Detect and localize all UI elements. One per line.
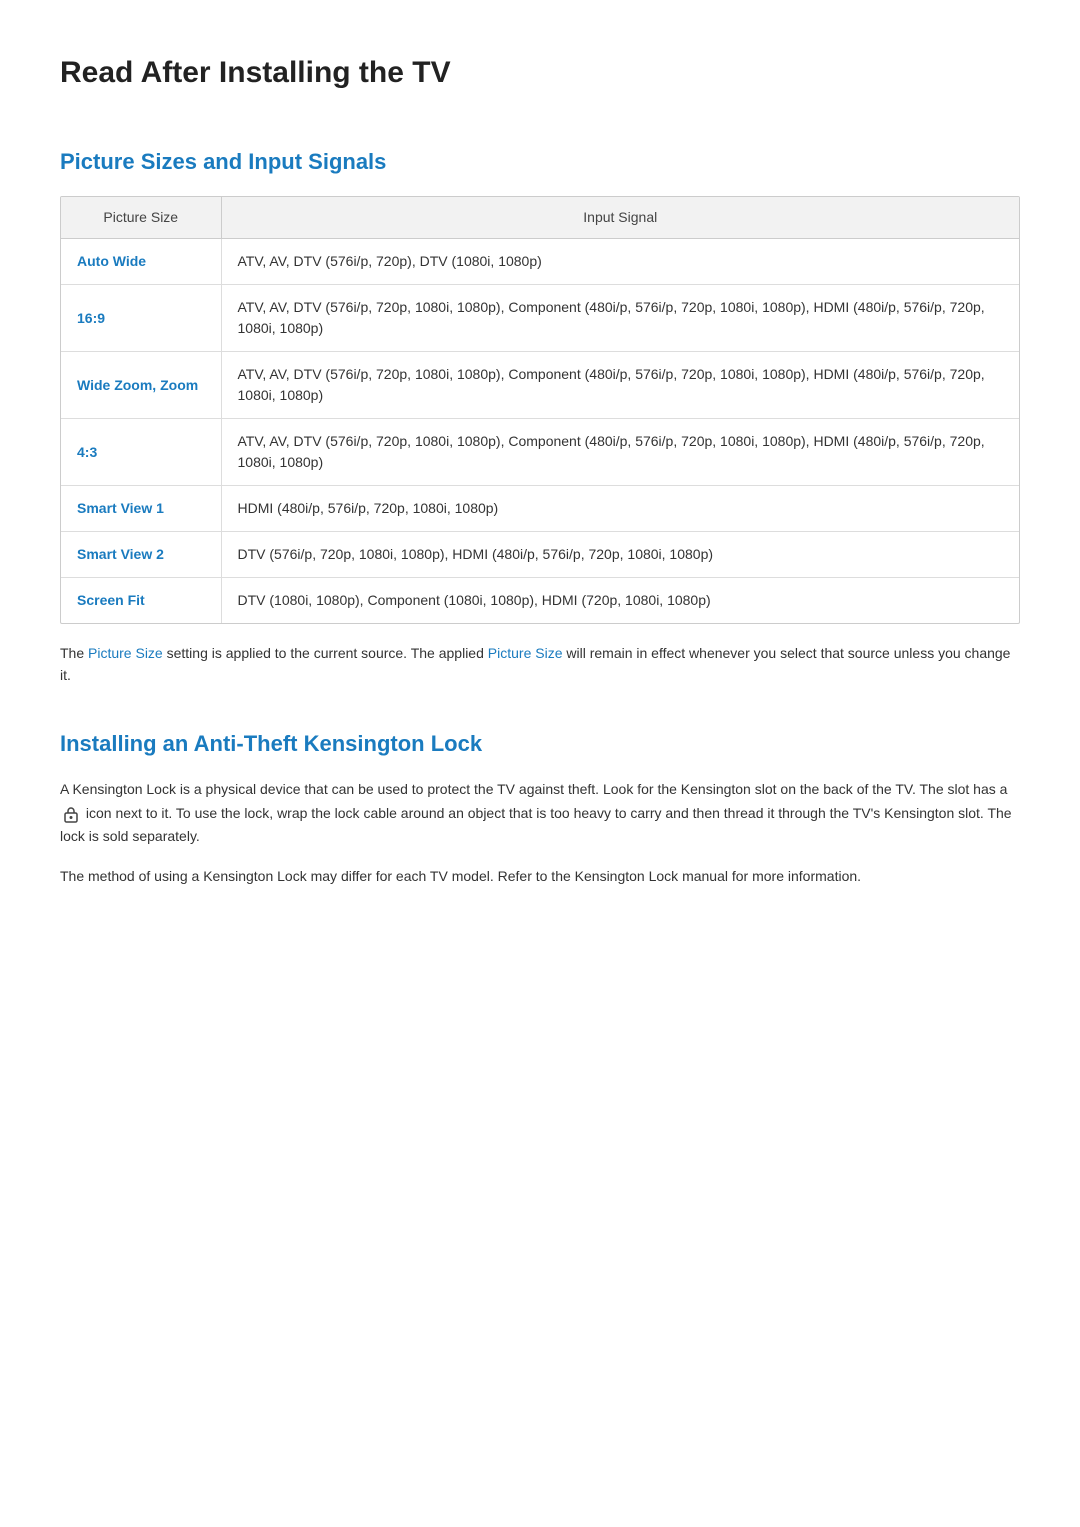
section2-para1: A Kensington Lock is a physical device t…	[60, 778, 1020, 849]
input-signal-cell: ATV, AV, DTV (576i/p, 720p, 1080i, 1080p…	[221, 352, 1019, 419]
col-picture-size-header: Picture Size	[61, 197, 221, 239]
picture-size-cell: Auto Wide	[61, 239, 221, 285]
lock-icon	[62, 805, 80, 823]
table-row: Smart View 1HDMI (480i/p, 576i/p, 720p, …	[61, 486, 1019, 532]
note-link2: Picture Size	[488, 645, 563, 661]
picture-size-table: Picture Size Input Signal Auto WideATV, …	[60, 196, 1020, 624]
table-row: Wide Zoom, ZoomATV, AV, DTV (576i/p, 720…	[61, 352, 1019, 419]
page-title: Read After Installing the TV	[60, 50, 1020, 105]
picture-size-cell: Smart View 1	[61, 486, 221, 532]
note-text-before1: The	[60, 645, 88, 661]
section2-title: Installing an Anti-Theft Kensington Lock	[60, 727, 1020, 760]
input-signal-cell: ATV, AV, DTV (576i/p, 720p, 1080i, 1080p…	[221, 285, 1019, 352]
note-text-between: setting is applied to the current source…	[163, 645, 488, 661]
col-input-signal-header: Input Signal	[221, 197, 1019, 239]
section1-title: Picture Sizes and Input Signals	[60, 145, 1020, 178]
input-signal-cell: ATV, AV, DTV (576i/p, 720p, 1080i, 1080p…	[221, 419, 1019, 486]
picture-size-cell: Wide Zoom, Zoom	[61, 352, 221, 419]
picture-size-cell: Smart View 2	[61, 532, 221, 578]
section2-para2: The method of using a Kensington Lock ma…	[60, 865, 1020, 889]
table-row: Screen FitDTV (1080i, 1080p), Component …	[61, 578, 1019, 624]
table-row: Smart View 2DTV (576i/p, 720p, 1080i, 10…	[61, 532, 1019, 578]
input-signal-cell: HDMI (480i/p, 576i/p, 720p, 1080i, 1080p…	[221, 486, 1019, 532]
table-row: 4:3ATV, AV, DTV (576i/p, 720p, 1080i, 10…	[61, 419, 1019, 486]
picture-size-cell: 4:3	[61, 419, 221, 486]
table-header-row: Picture Size Input Signal	[61, 197, 1019, 239]
note-paragraph: The Picture Size setting is applied to t…	[60, 642, 1020, 687]
table-row: Auto WideATV, AV, DTV (576i/p, 720p), DT…	[61, 239, 1019, 285]
input-signal-cell: DTV (576i/p, 720p, 1080i, 1080p), HDMI (…	[221, 532, 1019, 578]
note-link1: Picture Size	[88, 645, 163, 661]
picture-size-cell: Screen Fit	[61, 578, 221, 624]
table-row: 16:9ATV, AV, DTV (576i/p, 720p, 1080i, 1…	[61, 285, 1019, 352]
input-signal-cell: DTV (1080i, 1080p), Component (1080i, 10…	[221, 578, 1019, 624]
picture-size-cell: 16:9	[61, 285, 221, 352]
input-signal-cell: ATV, AV, DTV (576i/p, 720p), DTV (1080i,…	[221, 239, 1019, 285]
